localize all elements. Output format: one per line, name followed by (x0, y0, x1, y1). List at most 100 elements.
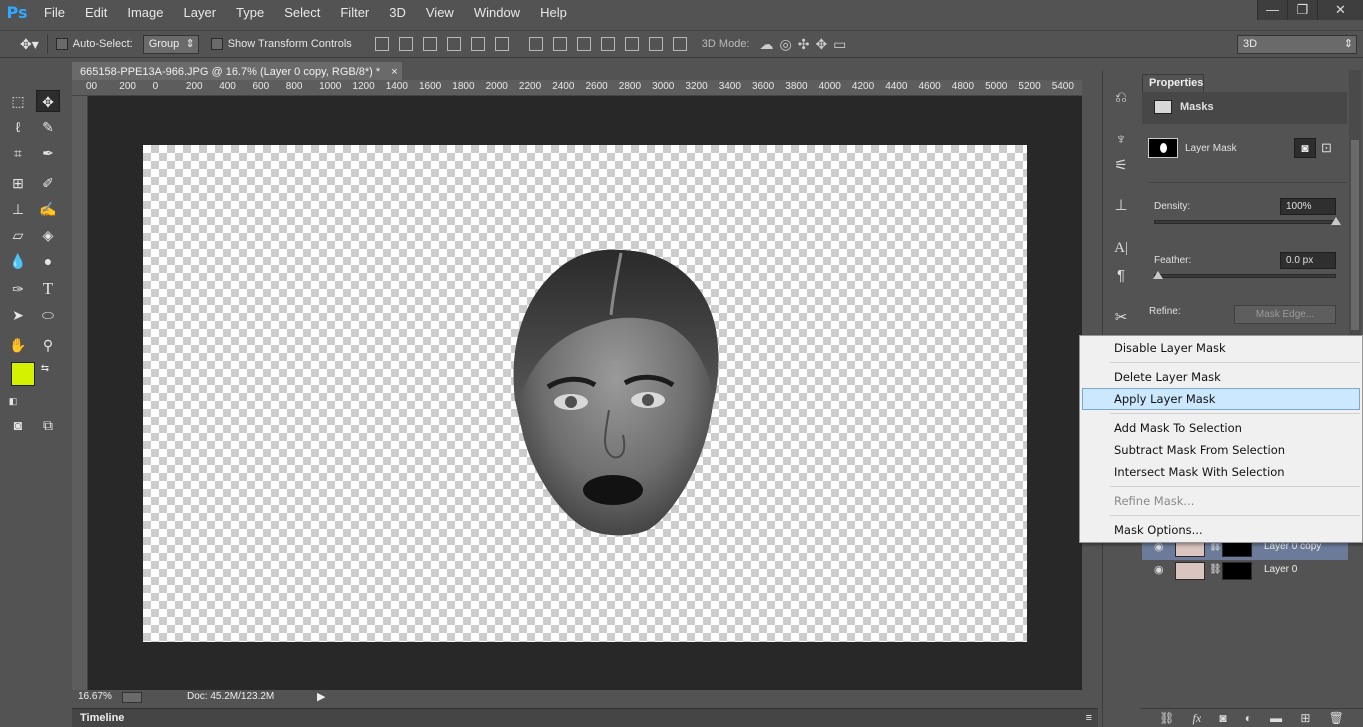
pixel-mask-button[interactable]: ◙ (1294, 138, 1316, 158)
density-slider-thumb[interactable] (1331, 217, 1341, 225)
eyedropper-tool-icon[interactable]: ✒ (36, 142, 60, 164)
auto-select-checkbox[interactable] (55, 38, 68, 50)
ellipse-tool-icon[interactable]: ⬭ (36, 304, 60, 326)
menu-layer[interactable]: Layer (174, 0, 227, 26)
trash-icon[interactable]: 🗑 (1329, 711, 1344, 725)
distribute-bottom-icon[interactable] (576, 37, 591, 51)
clone-source-icon[interactable]: ⊥ (1111, 196, 1131, 216)
distribute-top-icon[interactable] (528, 37, 543, 51)
align-right-icon[interactable] (494, 37, 509, 51)
link-layers-icon[interactable]: ⛓ (1159, 711, 1174, 725)
visibility-eye-icon[interactable]: ◉ (1154, 563, 1164, 576)
scrollbar-thumb[interactable] (1351, 140, 1359, 330)
quick-mask-icon[interactable]: ◙ (6, 414, 30, 436)
layer-row-layer-0[interactable]: ◉ ⛓ Layer 0 (1142, 559, 1348, 583)
show-transform-checkbox[interactable] (210, 38, 223, 50)
panel-menu-icon[interactable]: ≡ (1086, 709, 1092, 727)
menu-image[interactable]: Image (117, 0, 173, 26)
new-layer-icon[interactable]: ⊞ (1300, 711, 1310, 725)
zoom-level[interactable]: 16.67% (78, 691, 112, 702)
menu-select[interactable]: Select (274, 0, 330, 26)
eraser-tool-icon[interactable]: ▱ (6, 224, 30, 246)
menu-delete-layer-mask[interactable]: Delete Layer Mask (1114, 367, 1221, 387)
history-brush-tool-icon[interactable]: ✍ (36, 198, 60, 220)
distribute-left-icon[interactable] (600, 37, 615, 51)
paint-bucket-tool-icon[interactable]: ◈ (36, 224, 60, 246)
menu-add-mask-to-selection[interactable]: Add Mask To Selection (1114, 418, 1242, 438)
blur-tool-icon[interactable]: 💧 (6, 250, 30, 272)
screen-mode-icon[interactable]: ⧉ (36, 414, 60, 436)
layer-mask-thumbnail[interactable] (1148, 138, 1178, 158)
menu-apply-layer-mask[interactable]: Apply Layer Mask (1114, 389, 1215, 409)
close-button[interactable]: ✕ (1317, 0, 1363, 20)
menu-help[interactable]: Help (530, 0, 577, 26)
foreground-color-swatch[interactable] (11, 362, 35, 386)
density-input[interactable]: 100% (1280, 198, 1336, 215)
menu-edit[interactable]: Edit (75, 0, 117, 26)
align-bottom-icon[interactable] (422, 37, 437, 51)
menu-filter[interactable]: Filter (330, 0, 379, 26)
menu-disable-layer-mask[interactable]: Disable Layer Mask (1114, 338, 1226, 358)
align-vcenter-icon[interactable] (398, 37, 413, 51)
paragraph-icon[interactable]: ¶ (1111, 266, 1131, 286)
layer-style-icon[interactable]: fx (1192, 711, 1201, 726)
align-hcenter-icon[interactable] (470, 37, 485, 51)
add-mask-icon[interactable]: ◙ (1219, 711, 1226, 725)
swap-colors-icon[interactable]: ⇆ (38, 358, 52, 380)
restore-button[interactable]: ❐ (1287, 0, 1317, 20)
adjustment-layer-icon[interactable]: ◐ (1245, 711, 1252, 725)
pen-tool-icon[interactable]: ✑ (6, 278, 30, 300)
auto-align-icon[interactable] (672, 37, 687, 51)
menu-type[interactable]: Type (226, 0, 274, 26)
menu-mask-options[interactable]: Mask Options... (1114, 520, 1203, 540)
vector-mask-button[interactable]: ⊡ (1321, 140, 1332, 156)
menu-intersect-mask-with-selection[interactable]: Intersect Mask With Selection (1114, 462, 1285, 482)
menu-file[interactable]: File (34, 0, 75, 26)
status-menu-arrow-icon[interactable]: ▶ (317, 690, 325, 703)
properties-tab[interactable]: Properties (1142, 74, 1204, 92)
history-icon[interactable]: ⎌ (1111, 88, 1131, 108)
menu-window[interactable]: Window (464, 0, 530, 26)
hand-tool-icon[interactable]: ✋ (6, 334, 30, 356)
feather-input[interactable]: 0.0 px (1280, 252, 1336, 269)
path-select-tool-icon[interactable]: ➤ (6, 304, 30, 326)
type-tool-icon[interactable]: T (36, 278, 60, 300)
adjustments-icon[interactable]: ⚟ (1111, 156, 1131, 176)
align-left-icon[interactable] (446, 37, 461, 51)
tools-preset-icon[interactable]: ✂ (1111, 308, 1131, 328)
mask-edge-button[interactable]: Mask Edge... (1234, 305, 1336, 324)
character-icon[interactable]: A| (1111, 238, 1131, 258)
timeline-panel[interactable]: Timeline ≡ (72, 708, 1098, 727)
document-tab[interactable]: 665158-PPE13A-966.JPG @ 16.7% (Layer 0 c… (72, 62, 402, 82)
zoom-tool-icon[interactable]: ⚲ (36, 334, 60, 356)
group-folder-icon[interactable]: ▬ (1270, 711, 1282, 725)
status-toggle-icon[interactable] (122, 692, 142, 703)
distribute-vcenter-icon[interactable] (552, 37, 567, 51)
menu-view[interactable]: View (416, 0, 464, 26)
feather-slider[interactable] (1154, 274, 1336, 278)
layer-mask-thumbnail[interactable] (1222, 562, 1252, 580)
menu-subtract-mask-from-selection[interactable]: Subtract Mask From Selection (1114, 440, 1285, 460)
lasso-tool-icon[interactable]: ℓ (6, 116, 30, 138)
distribute-right-icon[interactable] (648, 37, 663, 51)
distribute-hcenter-icon[interactable] (624, 37, 639, 51)
brush-tool-icon[interactable]: ✐ (36, 172, 60, 194)
auto-select-dropdown[interactable]: Group ⇕ (142, 34, 199, 54)
minimize-button[interactable]: — (1257, 0, 1287, 20)
3d-mode-icons[interactable]: ☁◎✣✥▭ (760, 36, 853, 53)
dodge-tool-icon[interactable]: ● (36, 250, 60, 272)
link-icon[interactable]: ⛓ (1209, 564, 1222, 575)
quick-select-tool-icon[interactable]: ✎ (36, 116, 60, 138)
feather-slider-thumb[interactable] (1153, 271, 1163, 279)
default-colors-icon[interactable]: ◧ (6, 390, 20, 412)
move-tool-icon[interactable]: ✥ (36, 90, 60, 112)
marquee-tool-icon[interactable]: ⬚ (6, 90, 30, 112)
healing-tool-icon[interactable]: ⊞ (6, 172, 30, 194)
properties-scrollbar[interactable] (1349, 70, 1361, 335)
density-slider[interactable] (1154, 220, 1336, 224)
brush-presets-icon[interactable]: ♆ (1111, 130, 1131, 150)
crop-tool-icon[interactable]: ⌗ (6, 142, 30, 164)
align-top-icon[interactable] (374, 37, 389, 51)
workspace-dropdown[interactable]: 3D ⇕ (1237, 35, 1357, 54)
stamp-tool-icon[interactable]: ⊥ (6, 198, 30, 220)
